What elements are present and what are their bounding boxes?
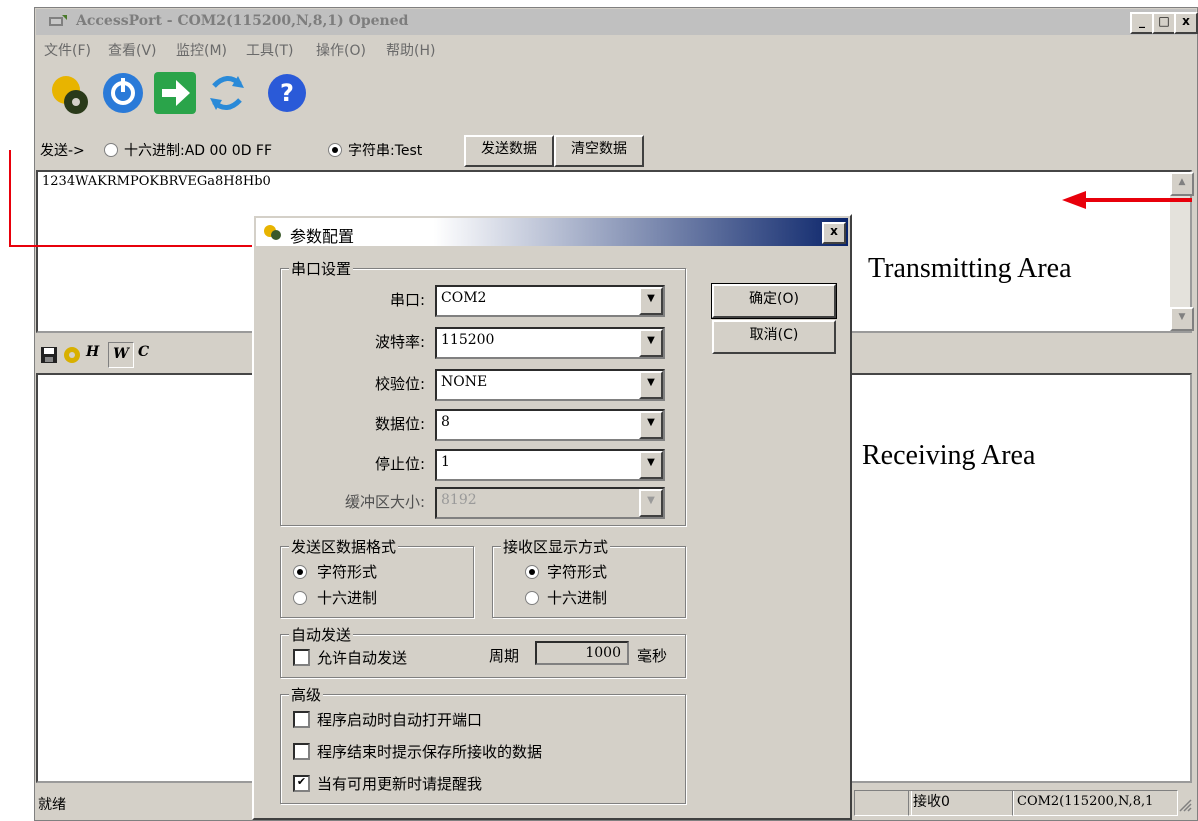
period-input[interactable]: 1000 (535, 641, 629, 665)
recv-char-label: 字符形式 (547, 563, 608, 581)
stop-bits-value: 1 (441, 454, 450, 470)
auto-send-title: 自动发送 (289, 624, 354, 645)
dialog-close-button[interactable]: x (822, 222, 846, 244)
serial-settings-group: 串口设置 串口: COM2 ▼ 波特率: 115200 ▼ 校验位: NONE … (280, 258, 686, 526)
advanced-title: 高级 (289, 684, 324, 705)
right-arrowhead (1062, 191, 1086, 209)
auto-send-label: 允许自动发送 (317, 649, 408, 667)
chevron-down-icon[interactable]: ▼ (639, 287, 663, 315)
buffer-size-value: 8192 (441, 492, 477, 508)
recv-char-radio[interactable] (525, 565, 539, 579)
field-label: 缓冲区大小: (344, 493, 425, 511)
period-unit: 毫秒 (637, 647, 668, 665)
prompt-save-checkbox[interactable] (293, 743, 310, 760)
update-reminder-checkbox[interactable]: ✔ (293, 775, 310, 792)
dialog-app-icon (262, 223, 284, 241)
send-hex-label: 十六进制 (317, 589, 378, 607)
send-format-group: 发送区数据格式 字符形式 十六进制 (280, 536, 474, 618)
send-format-title: 发送区数据格式 (289, 536, 399, 557)
chevron-down-icon[interactable]: ▼ (639, 411, 663, 439)
field-label: 校验位: (374, 375, 425, 393)
chevron-down-icon[interactable]: ▼ (639, 329, 663, 357)
period-label: 周期 (489, 647, 520, 665)
dialog-title: 参数配置 (290, 227, 355, 246)
chevron-down-icon: ▼ (639, 489, 663, 517)
dialog-title-bar[interactable]: 参数配置 x (256, 218, 848, 246)
recv-hex-label: 十六进制 (547, 589, 608, 607)
recv-format-group: 接收区显示方式 字符形式 十六进制 (492, 536, 686, 618)
field-label: 串口: (389, 291, 425, 309)
auto-open-port-label: 程序启动时自动打开端口 (317, 711, 483, 729)
left-pointer-arrow (9, 150, 252, 247)
auto-send-group: 自动发送 允许自动发送 周期 1000 毫秒 (280, 624, 686, 678)
serial-group-label: 串口设置 (289, 258, 354, 279)
buffer-size-select: 8192 ▼ (435, 487, 665, 519)
parity-value: NONE (441, 374, 488, 390)
advanced-group: 高级 程序启动时自动打开端口 程序结束时提示保存所接收的数据 ✔ 当有可用更新时… (280, 684, 686, 804)
send-hex-radio[interactable] (293, 591, 307, 605)
recv-hex-radio[interactable] (525, 591, 539, 605)
data-bits-value: 8 (441, 414, 450, 430)
recv-format-title: 接收区显示方式 (501, 536, 611, 557)
stop-bits-select[interactable]: 1 ▼ (435, 449, 665, 481)
cancel-button[interactable]: 取消(C) (712, 320, 836, 354)
send-char-radio[interactable] (293, 565, 307, 579)
data-bits-select[interactable]: 8 ▼ (435, 409, 665, 441)
update-reminder-label: 当有可用更新时请提醒我 (317, 775, 483, 793)
baud-rate-value: 115200 (441, 332, 495, 348)
auto-open-port-checkbox[interactable] (293, 711, 310, 728)
auto-send-checkbox[interactable] (293, 649, 310, 666)
field-label: 数据位: (374, 415, 425, 433)
parity-select[interactable]: NONE ▼ (435, 369, 665, 401)
port-value: COM2 (441, 290, 487, 306)
send-char-label: 字符形式 (317, 563, 378, 581)
chevron-down-icon[interactable]: ▼ (639, 371, 663, 399)
field-label: 停止位: (374, 455, 425, 473)
field-label: 波特率: (374, 333, 425, 351)
baud-rate-select[interactable]: 115200 ▼ (435, 327, 665, 359)
prompt-save-label: 程序结束时提示保存所接收的数据 (317, 743, 543, 761)
port-select[interactable]: COM2 ▼ (435, 285, 665, 317)
ok-button[interactable]: 确定(O) (711, 283, 837, 319)
config-dialog: 参数配置 x 串口设置 串口: COM2 ▼ 波特率: 115200 ▼ 校验位… (252, 214, 852, 820)
chevron-down-icon[interactable]: ▼ (639, 451, 663, 479)
